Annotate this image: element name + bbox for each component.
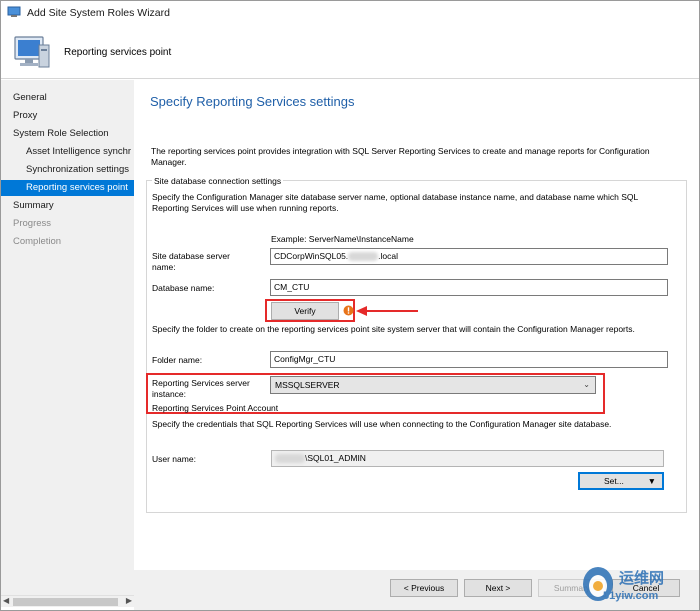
sidebar-item-label: Reporting services point: [26, 182, 128, 193]
sidebar-item-summary[interactable]: Summary: [1, 198, 134, 214]
page-subtitle: Reporting services point: [64, 47, 172, 58]
sidebar-item-label: Summary: [13, 200, 54, 211]
window-title: Add Site System Roles Wizard: [27, 7, 170, 19]
sidebar-item-label: Synchronization settings: [26, 164, 129, 175]
database-name-label: Database name:: [152, 283, 215, 293]
sidebar-item-label: Proxy: [13, 110, 38, 121]
redacted-text: [348, 252, 379, 262]
sidebar-item-reporting-services-point[interactable]: Reporting services point: [1, 180, 134, 196]
server-name-suffix: .local: [378, 251, 399, 261]
sidebar-item-label: Progress: [13, 218, 52, 229]
server-name-input[interactable]: CDCorpWinSQL05. .local: [270, 248, 668, 265]
folder-name-label: Folder name:: [152, 355, 203, 365]
redacted-text: [275, 454, 305, 464]
folder-name-input[interactable]: ConfigMgr_CTU: [270, 351, 668, 368]
watermark-subtitle: 51yiw.com: [603, 590, 659, 602]
username-input[interactable]: \SQL01_ADMIN: [271, 450, 664, 467]
database-name-input[interactable]: CM_CTU: [270, 279, 668, 296]
dropdown-arrow-icon: ▼: [647, 476, 656, 486]
wizard-banner: Reporting services point: [1, 25, 699, 79]
account-group-label: Reporting Services Point Account: [152, 403, 279, 413]
sidebar-item-label: Asset Intelligence synchr: [26, 146, 132, 157]
sidebar-item-proxy[interactable]: Proxy: [1, 108, 134, 124]
account-description: Specify the credentials that SQL Reporti…: [152, 419, 612, 429]
red-arrow-icon: [356, 306, 418, 316]
sidebar-item-general[interactable]: General: [1, 90, 134, 106]
verify-button[interactable]: Verify: [271, 302, 339, 320]
sidebar-item-label: System Role Selection: [13, 128, 109, 139]
server-example-text: Example: ServerName\InstanceName: [271, 234, 414, 244]
previous-button[interactable]: < Previous: [390, 579, 458, 597]
sidebar-item-asset-intelligence[interactable]: Asset Intelligence synchr: [1, 144, 134, 160]
sidebar-item-label: Completion: [13, 236, 62, 247]
server-name-prefix: CDCorpWinSQL05.: [274, 251, 349, 261]
sidebar-item-completion: Completion: [1, 234, 134, 250]
scroll-right-icon[interactable]: ▶: [126, 596, 132, 605]
server-instance-label: Reporting Services server instance:: [152, 378, 250, 399]
next-button[interactable]: Next >: [464, 579, 532, 597]
db-description: Specify the Configuration Manager site d…: [152, 192, 638, 213]
server-name-label: Site database server name:: [152, 251, 230, 272]
set-button-label: Set...: [604, 476, 624, 486]
chevron-down-icon: ⌄: [583, 380, 590, 389]
sidebar-item-synchronization-settings[interactable]: Synchronization settings: [1, 162, 134, 178]
sidebar-horizontal-scrollbar[interactable]: ◀ ▶: [1, 595, 134, 607]
watermark-title: 运维网: [619, 570, 665, 587]
scrollbar-thumb[interactable]: [13, 598, 118, 606]
sidebar-item-progress: Progress: [1, 216, 134, 232]
watermark-logo: 运维网 51yiw.com: [581, 563, 696, 607]
intro-text: The reporting services point provides in…: [151, 146, 650, 167]
set-account-button[interactable]: Set... ▼: [578, 472, 664, 490]
folder-description: Specify the folder to create on the repo…: [152, 324, 635, 334]
sidebar-item-system-role-selection[interactable]: System Role Selection: [1, 126, 134, 142]
title-bar: Add Site System Roles Wizard: [1, 1, 699, 25]
computer-icon: [14, 36, 50, 68]
username-value: \SQL01_ADMIN: [305, 453, 366, 463]
wizard-app-icon: [7, 6, 21, 17]
wizard-content: Specify Reporting Services settings The …: [134, 80, 699, 570]
server-instance-select[interactable]: MSSQLSERVER ⌄: [270, 376, 596, 394]
scroll-left-icon[interactable]: ◀: [3, 596, 9, 605]
wizard-sidebar: General Proxy System Role Selection Asse…: [1, 80, 134, 595]
page-heading: Specify Reporting Services settings: [150, 94, 355, 109]
sidebar-item-label: General: [13, 92, 47, 103]
warning-icon: [343, 305, 354, 316]
username-label: User name:: [152, 454, 196, 464]
db-connection-group-label: Site database connection settings: [152, 176, 284, 186]
wizard-window: Add Site System Roles Wizard Reporting s…: [0, 0, 700, 611]
server-instance-value: MSSQLSERVER: [275, 380, 340, 390]
